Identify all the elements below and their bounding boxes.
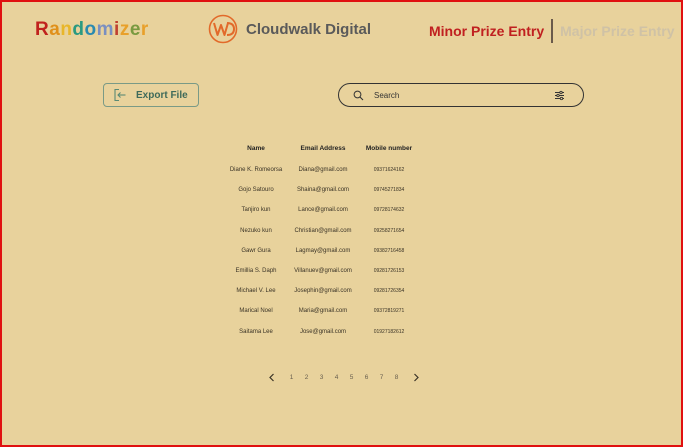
- brand: Cloudwalk Digital: [208, 14, 371, 44]
- logo-letter: d: [72, 19, 85, 40]
- brand-name: Cloudwalk Digital: [246, 20, 372, 38]
- search-input[interactable]: [374, 90, 544, 100]
- page-4[interactable]: 4: [329, 374, 344, 381]
- column-header-mobile: Mobile number: [365, 145, 413, 152]
- export-file-label: Export File: [136, 89, 188, 101]
- cell-name: Tanjiro kun: [241, 207, 271, 214]
- cell-mobile: 09371624162: [373, 167, 405, 173]
- page-1[interactable]: 1: [284, 374, 299, 381]
- table-body: Diane K. Romeorsa Diana@gmail.com 093716…: [222, 167, 422, 349]
- cell-name: Gojo Satouro: [238, 187, 274, 194]
- randomizer-logo: Randomizer: [35, 19, 149, 41]
- cell-name: Nezuko kun: [240, 227, 272, 234]
- page-7[interactable]: 7: [374, 374, 389, 381]
- cell-email: Lagmay@gmail.com: [295, 247, 351, 254]
- cell-name: Diane K. Romeorsa: [229, 167, 283, 173]
- export-file-button[interactable]: Export File: [103, 83, 199, 107]
- logo-letter: r: [140, 19, 149, 40]
- table-row: Michael V. Lee Josephin@gmail.com 092817…: [222, 288, 422, 308]
- chevron-left-icon[interactable]: [268, 373, 276, 382]
- cell-email: Jose@gmail.com: [299, 328, 347, 335]
- cell-mobile: 09745271834: [373, 187, 405, 194]
- table-row: Emillia S. Daph Villanuev@gmail.com 0928…: [222, 268, 422, 288]
- entry-tabs: Minor Prize Entry Major Prize Entry: [429, 19, 675, 43]
- search-icon: [353, 90, 364, 100]
- tab-minor-prize-entry[interactable]: Minor Prize Entry: [429, 23, 544, 39]
- app-frame: Randomizer Cloudwalk Digital Minor Prize…: [0, 0, 683, 447]
- logo-letter: n: [60, 19, 73, 40]
- cell-name: Michael V. Lee: [236, 288, 276, 295]
- cell-mobile: 09258271654: [373, 227, 405, 234]
- page-3[interactable]: 3: [314, 374, 329, 381]
- search-bar: [338, 83, 584, 107]
- logo-letter: R: [35, 19, 50, 40]
- cell-email: Christian@gmail.com: [294, 227, 352, 234]
- table-row: Marical Noel Maria@gmail.com 09372819271: [222, 308, 422, 328]
- logo-letter: e: [129, 19, 141, 40]
- filter-sliders-icon[interactable]: [554, 90, 565, 101]
- cell-email: Josephin@gmail.com: [294, 288, 352, 295]
- table-row: Gojo Satouro Shaina@gmail.com 0974527183…: [222, 187, 422, 207]
- cell-email: Diana@gmail.com: [298, 167, 348, 173]
- tab-divider: [551, 19, 554, 43]
- cell-mobile: 09281726153: [373, 267, 405, 274]
- logo-letter: a: [49, 19, 61, 40]
- page-8[interactable]: 8: [389, 374, 404, 381]
- column-header-email: Email Address: [300, 145, 346, 152]
- cell-mobile: 09382716458: [373, 247, 405, 254]
- page-6[interactable]: 6: [359, 374, 374, 381]
- cell-name: Marical Noel: [239, 308, 273, 315]
- cell-mobile: 09372819271: [373, 308, 405, 315]
- cell-mobile: 09728174632: [373, 207, 405, 214]
- cell-name: Gawr Gura: [241, 247, 271, 254]
- cell-mobile: 09281726354: [373, 288, 405, 295]
- cell-email: Villanuev@gmail.com: [294, 267, 352, 274]
- logo-letter: o: [84, 19, 97, 40]
- cell-email: Lance@gmail.com: [298, 207, 348, 214]
- cell-email: Maria@gmail.com: [298, 308, 348, 315]
- table-row: Diane K. Romeorsa Diana@gmail.com 093716…: [222, 167, 422, 187]
- cell-name: Saitama Lee: [239, 328, 273, 335]
- page-2[interactable]: 2: [299, 374, 314, 381]
- cell-mobile: 01927182612: [373, 328, 405, 335]
- table-row: Saitama Lee Jose@gmail.com 01927182612: [222, 329, 422, 349]
- logo-letter: z: [119, 19, 130, 40]
- column-header-name: Name: [247, 145, 265, 152]
- cloudwalk-logo-icon: [208, 14, 238, 44]
- page-5[interactable]: 5: [344, 374, 359, 381]
- table-row: Tanjiro kun Lance@gmail.com 09728174632: [222, 207, 422, 227]
- cell-email: Shaina@gmail.com: [296, 187, 350, 194]
- logo-letter: m: [96, 19, 115, 40]
- table-row: Nezuko kun Christian@gmail.com 092582716…: [222, 228, 422, 248]
- pagination: 1 2 3 4 5 6 7 8: [268, 373, 420, 382]
- table-row: Gawr Gura Lagmay@gmail.com 09382716458: [222, 248, 422, 268]
- chevron-right-icon[interactable]: [412, 373, 420, 382]
- cell-name: Emillia S. Daph: [235, 267, 277, 274]
- export-icon: [114, 88, 126, 102]
- tab-major-prize-entry[interactable]: Major Prize Entry: [560, 23, 674, 39]
